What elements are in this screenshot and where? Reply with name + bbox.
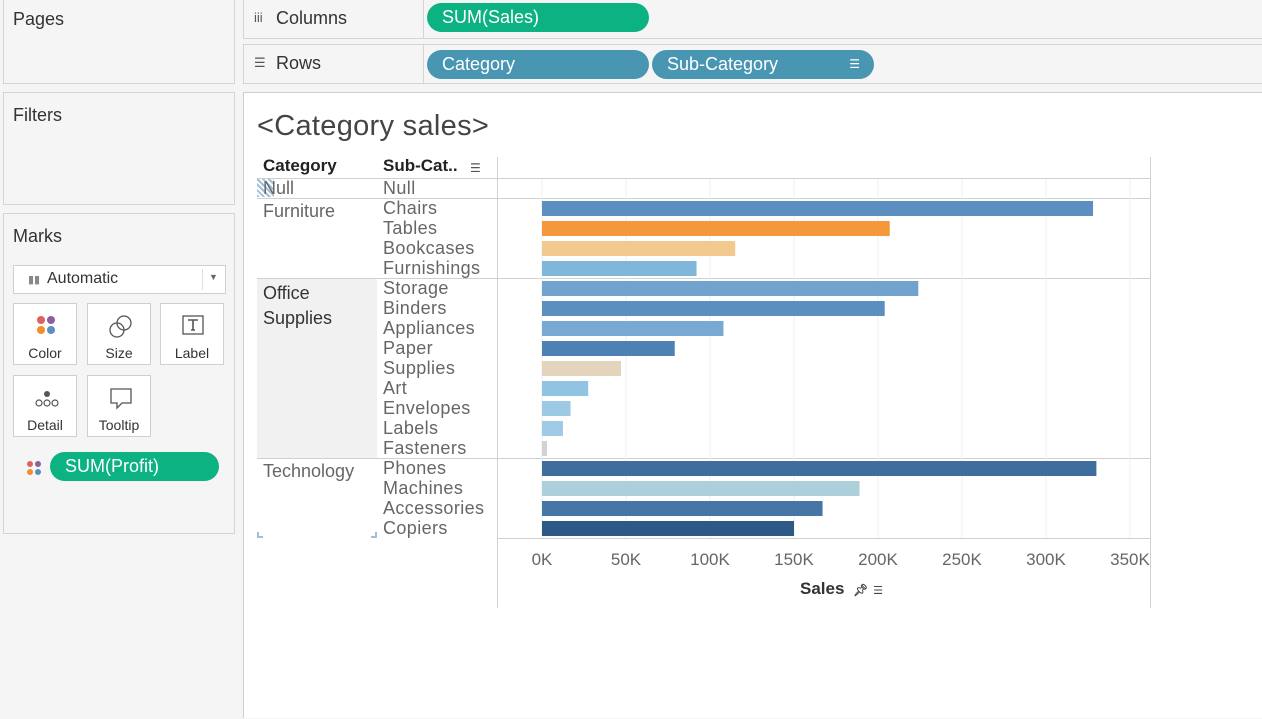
bar-phones[interactable] <box>542 461 1097 476</box>
label-card[interactable]: Label <box>160 303 224 365</box>
size-icon <box>109 315 132 338</box>
bar-paper[interactable] <box>542 341 675 356</box>
bar-chart-icon: ▮▮ <box>28 274 41 286</box>
subcategory-pill-label: Sub-Category <box>667 54 779 74</box>
columns-shelf[interactable]: iii Columns SUM(Sales) <box>243 0 1262 39</box>
bar-appliances[interactable] <box>542 321 724 336</box>
view-canvas[interactable]: <Category sales> Category Sub-Cat.. ☰ Nu… <box>243 92 1262 718</box>
bar-machines[interactable] <box>542 481 860 496</box>
bar-binders[interactable] <box>542 301 885 316</box>
label-card-label: Label <box>174 345 210 361</box>
size-card[interactable]: Size <box>87 303 151 365</box>
x-tick-label: 250K <box>942 550 982 569</box>
bar-supplies[interactable] <box>542 361 621 376</box>
bar-copiers[interactable] <box>542 521 794 536</box>
x-tick-label: 50K <box>611 550 642 569</box>
axis-title-label: Sales <box>800 579 845 598</box>
bar-storage[interactable] <box>542 281 919 296</box>
bar-fasteners[interactable] <box>542 441 548 456</box>
tooltip-card[interactable]: Tooltip <box>87 375 151 437</box>
mark-type-value: Automatic <box>47 270 119 287</box>
pin-icon: 📌︎ <box>853 583 869 597</box>
axis-sort-icon: ☰ <box>873 585 884 597</box>
category-pill[interactable]: Category <box>427 50 649 79</box>
bar-furnishings[interactable] <box>542 261 697 276</box>
pages-panel[interactable]: Pages <box>3 0 235 84</box>
x-tick-label: 0K <box>532 550 553 569</box>
filters-panel[interactable]: Filters <box>3 92 235 205</box>
label-icon <box>182 315 204 335</box>
chevron-down-icon: ▼ <box>209 272 218 282</box>
bar-art[interactable] <box>542 381 589 396</box>
sum-profit-pill[interactable]: SUM(Profit) <box>50 452 219 481</box>
sum-sales-pill[interactable]: SUM(Sales) <box>427 3 649 32</box>
color-icon <box>37 316 55 334</box>
bar-labels[interactable] <box>542 421 563 436</box>
subcategory-pill[interactable]: Sub-Category ☰ <box>652 50 874 79</box>
mark-type-dropdown[interactable]: ▮▮ Automatic ▼ <box>13 265 226 294</box>
marks-panel: Marks ▮▮ Automatic ▼ Color Size Label De… <box>3 213 235 534</box>
rows-icon: ☰ <box>254 55 266 70</box>
marks-title: Marks <box>13 226 62 246</box>
x-tick-label: 300K <box>1026 550 1066 569</box>
columns-label: Columns <box>276 8 348 28</box>
detail-card[interactable]: Detail <box>13 375 77 437</box>
columns-shelf-label: iii Columns <box>244 0 424 38</box>
x-tick-label: 200K <box>858 550 898 569</box>
x-tick-label: 350K <box>1110 550 1150 569</box>
tooltip-icon <box>110 388 132 410</box>
axis-title[interactable]: Sales 📌︎ ☰ <box>800 579 883 599</box>
columns-icon: iii <box>254 10 263 25</box>
sales-bar-chart[interactable]: 0K 50K 100K 150K 200K 250K 300K 350K <box>244 93 1262 719</box>
bar-chairs[interactable] <box>542 201 1094 216</box>
x-tick-label: 150K <box>774 550 814 569</box>
x-tick-label: 100K <box>690 550 730 569</box>
color-card-label: Color <box>28 345 62 361</box>
size-card-label: Size <box>105 345 133 361</box>
pages-title: Pages <box>13 9 65 29</box>
detail-card-label: Detail <box>27 417 63 433</box>
bar-bookcases[interactable] <box>542 241 736 256</box>
tooltip-card-label: Tooltip <box>98 417 140 433</box>
bar-envelopes[interactable] <box>542 401 571 416</box>
bar-accessories[interactable] <box>542 501 823 516</box>
dropdown-divider <box>202 269 203 290</box>
sort-descending-icon: ☰ <box>849 57 860 71</box>
rows-label: Rows <box>276 53 322 73</box>
rows-shelf-label: ☰ Rows <box>244 45 424 83</box>
rows-shelf[interactable]: ☰ Rows Category Sub-Category ☰ <box>243 44 1262 84</box>
detail-icon <box>35 391 59 407</box>
color-card[interactable]: Color <box>13 303 77 365</box>
filters-title: Filters <box>13 105 62 125</box>
color-legend-icon <box>26 460 42 476</box>
bar-tables[interactable] <box>542 221 890 236</box>
